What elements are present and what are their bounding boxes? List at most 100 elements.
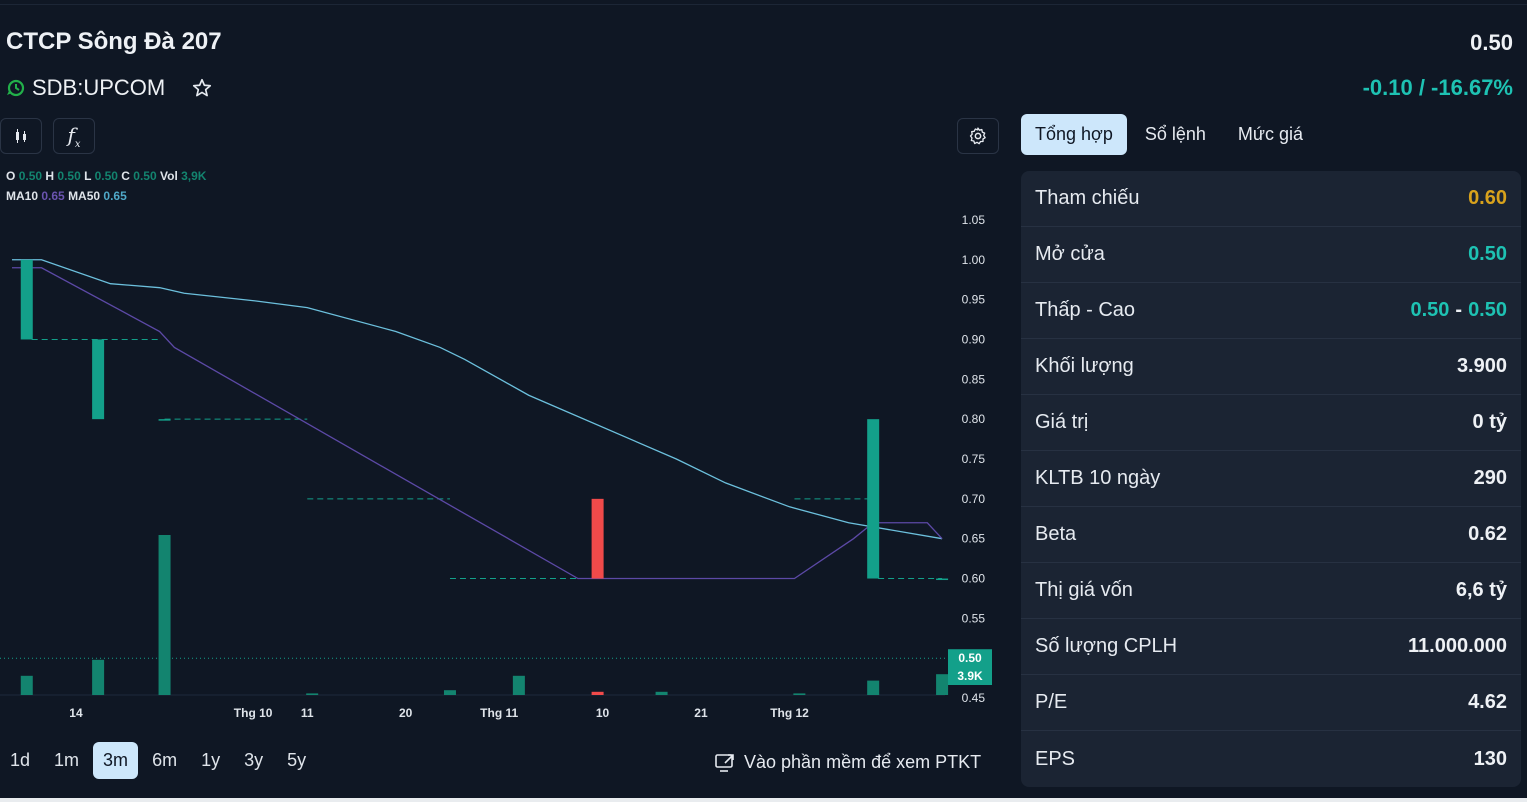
volume-bar (158, 535, 171, 695)
summary-row-reference: Tham chiếu 0.60 (1021, 171, 1521, 227)
summary-panel: Tham chiếu 0.60 Mở cửa 0.50 Thấp - Cao 0… (1021, 171, 1521, 787)
ticker-row: SDB:UPCOM (6, 75, 213, 101)
high-value: 0.50 (1468, 299, 1507, 321)
volume-bar (591, 691, 604, 695)
summary-row-open: Mở cửa 0.50 (1021, 227, 1521, 283)
price-candle (591, 498, 604, 579)
x-tick-label: Thg 12 (770, 706, 809, 720)
volume-label: Khối lượng (1035, 355, 1134, 377)
market-clock-icon (7, 79, 25, 97)
current-price: 0.50 (1470, 30, 1513, 55)
pe-value: 4.62 (1468, 691, 1507, 713)
low-high-value: 0.50-0.50 (1410, 299, 1507, 322)
price-candle (936, 578, 949, 581)
timeframe-6m[interactable]: 6m (142, 742, 187, 779)
summary-row-avg-volume: KLTB 10 ngày 290 (1021, 451, 1521, 507)
eps-value: 130 (1473, 747, 1507, 770)
price-chart[interactable]: fx O 0.50 H 0.50 L 0.50 C 0.50 Vol 3,9K … (0, 114, 1010, 734)
volume-bar (867, 680, 880, 695)
market-cap-label: Thị giá vốn (1035, 579, 1133, 601)
trade-value-label: Giá trị (1035, 411, 1089, 433)
monitor-link-icon (715, 753, 734, 772)
timeframe-1y[interactable]: 1y (191, 742, 230, 779)
timeframe-selector: 1d 1m 3m 6m 1y 3y 5y (0, 742, 316, 779)
reference-value: 0.60 (1468, 187, 1507, 209)
open-price-label: Mở cửa (1035, 243, 1105, 265)
favorite-star-icon[interactable] (191, 77, 213, 99)
pe-label: P/E (1035, 691, 1068, 713)
x-tick-label: Thg 10 (234, 706, 273, 720)
x-tick-label: 10 (596, 706, 610, 720)
bottom-border (0, 798, 1527, 802)
x-tick-label: 20 (399, 706, 413, 720)
tab-1[interactable]: Sổ lệnh (1131, 114, 1220, 155)
top-divider (0, 4, 1527, 5)
chart-canvas[interactable]: 1.05 1.00 0.95 0.90 0.85 0.80 0.75 0.70 0.65 0.60… (0, 114, 1010, 734)
price-candle (92, 339, 105, 420)
summary-row-low-high: Thấp - Cao 0.50-0.50 (1021, 283, 1521, 339)
beta-value: 0.62 (1468, 523, 1507, 545)
ticker-symbol: SDB:UPCOM (32, 75, 166, 100)
summary-row-volume: Khối lượng 3.900 (1021, 339, 1521, 395)
range-separator: - (1455, 299, 1463, 321)
volume-bar (20, 675, 33, 695)
volume-bar (92, 659, 105, 695)
company-name: CTCP Sông Đà 207 (6, 28, 222, 55)
y-tick-label: 0.75 (962, 452, 986, 466)
price-candle (867, 419, 880, 579)
volume-bar (306, 693, 319, 695)
y-tick-label: 0.80 (962, 412, 986, 426)
avg-volume-value: 290 (1473, 467, 1507, 489)
x-tick-label: 14 (69, 706, 83, 720)
summary-row-pe: P/E 4.62 (1021, 675, 1521, 731)
reference-label: Tham chiếu (1035, 187, 1140, 209)
summary-row-market-cap: Thị giá vốn 6,6 tỷ (1021, 563, 1521, 619)
volume-bar (655, 691, 668, 695)
volume-value: 3.900 (1456, 355, 1507, 377)
open-price-value: 0.50 (1468, 243, 1507, 265)
ptkt-link-text: Vào phần mềm để xem PTKT (744, 752, 982, 772)
timeframe-1d[interactable]: 1d (0, 742, 40, 779)
timeframe-5y[interactable]: 5y (277, 742, 316, 779)
trade-value: 0 tỷ (1472, 411, 1507, 433)
price-candle (158, 419, 171, 421)
summary-row-shares: Số lượng CPLH 11.000.000 (1021, 619, 1521, 675)
volume-bar (443, 690, 456, 695)
summary-row-beta: Beta 0.62 (1021, 507, 1521, 563)
y-tick-label: 0.85 (962, 372, 986, 386)
volume-bar (512, 675, 525, 695)
eps-label: EPS (1035, 747, 1076, 770)
y-tick-label: 0.45 (962, 691, 986, 705)
summary-row-value: Giá trị 0 tỷ (1021, 395, 1521, 451)
ma50-line (12, 259, 943, 540)
shares-outstanding-label: Số lượng CPLH (1035, 635, 1178, 657)
y-tick-label: 0.95 (962, 293, 986, 307)
timeframe-3m[interactable]: 3m (93, 742, 139, 779)
x-tick-label: 21 (694, 706, 708, 720)
volume-badge-label: 3.9K (957, 669, 983, 683)
open-ptkt-link[interactable]: Vào phần mềm để xem PTKT (714, 752, 981, 773)
y-tick-label: 0.70 (962, 492, 986, 506)
price-change: -0.10 / -16.67% (1362, 75, 1513, 100)
price-candle (20, 259, 33, 340)
beta-label: Beta (1035, 523, 1077, 545)
volume-bar (936, 674, 949, 695)
low-high-label: Thấp - Cao (1035, 299, 1136, 321)
y-tick-label: 1.00 (962, 253, 986, 267)
x-tick-label: 11 (301, 706, 314, 720)
tab-0[interactable]: Tổng hợp (1021, 114, 1127, 155)
timeframe-1m[interactable]: 1m (44, 742, 89, 779)
low-value: 0.50 (1410, 299, 1450, 321)
shares-outstanding-value: 11.000.000 (1408, 635, 1507, 657)
x-tick-label: Thg 11 (480, 706, 518, 720)
timeframe-3y[interactable]: 3y (234, 742, 273, 779)
y-tick-label: 0.60 (962, 572, 986, 586)
last-price-badge-label: 0.50 (958, 651, 982, 665)
y-tick-label: 0.55 (962, 611, 986, 625)
y-tick-label: 1.05 (962, 213, 986, 227)
market-cap-value: 6,6 tỷ (1455, 579, 1507, 601)
y-tick-label: 0.65 (962, 532, 986, 546)
avg-volume-label: KLTB 10 ngày (1035, 467, 1161, 489)
tab-2[interactable]: Mức giá (1224, 114, 1317, 155)
ma10-line (12, 267, 943, 580)
